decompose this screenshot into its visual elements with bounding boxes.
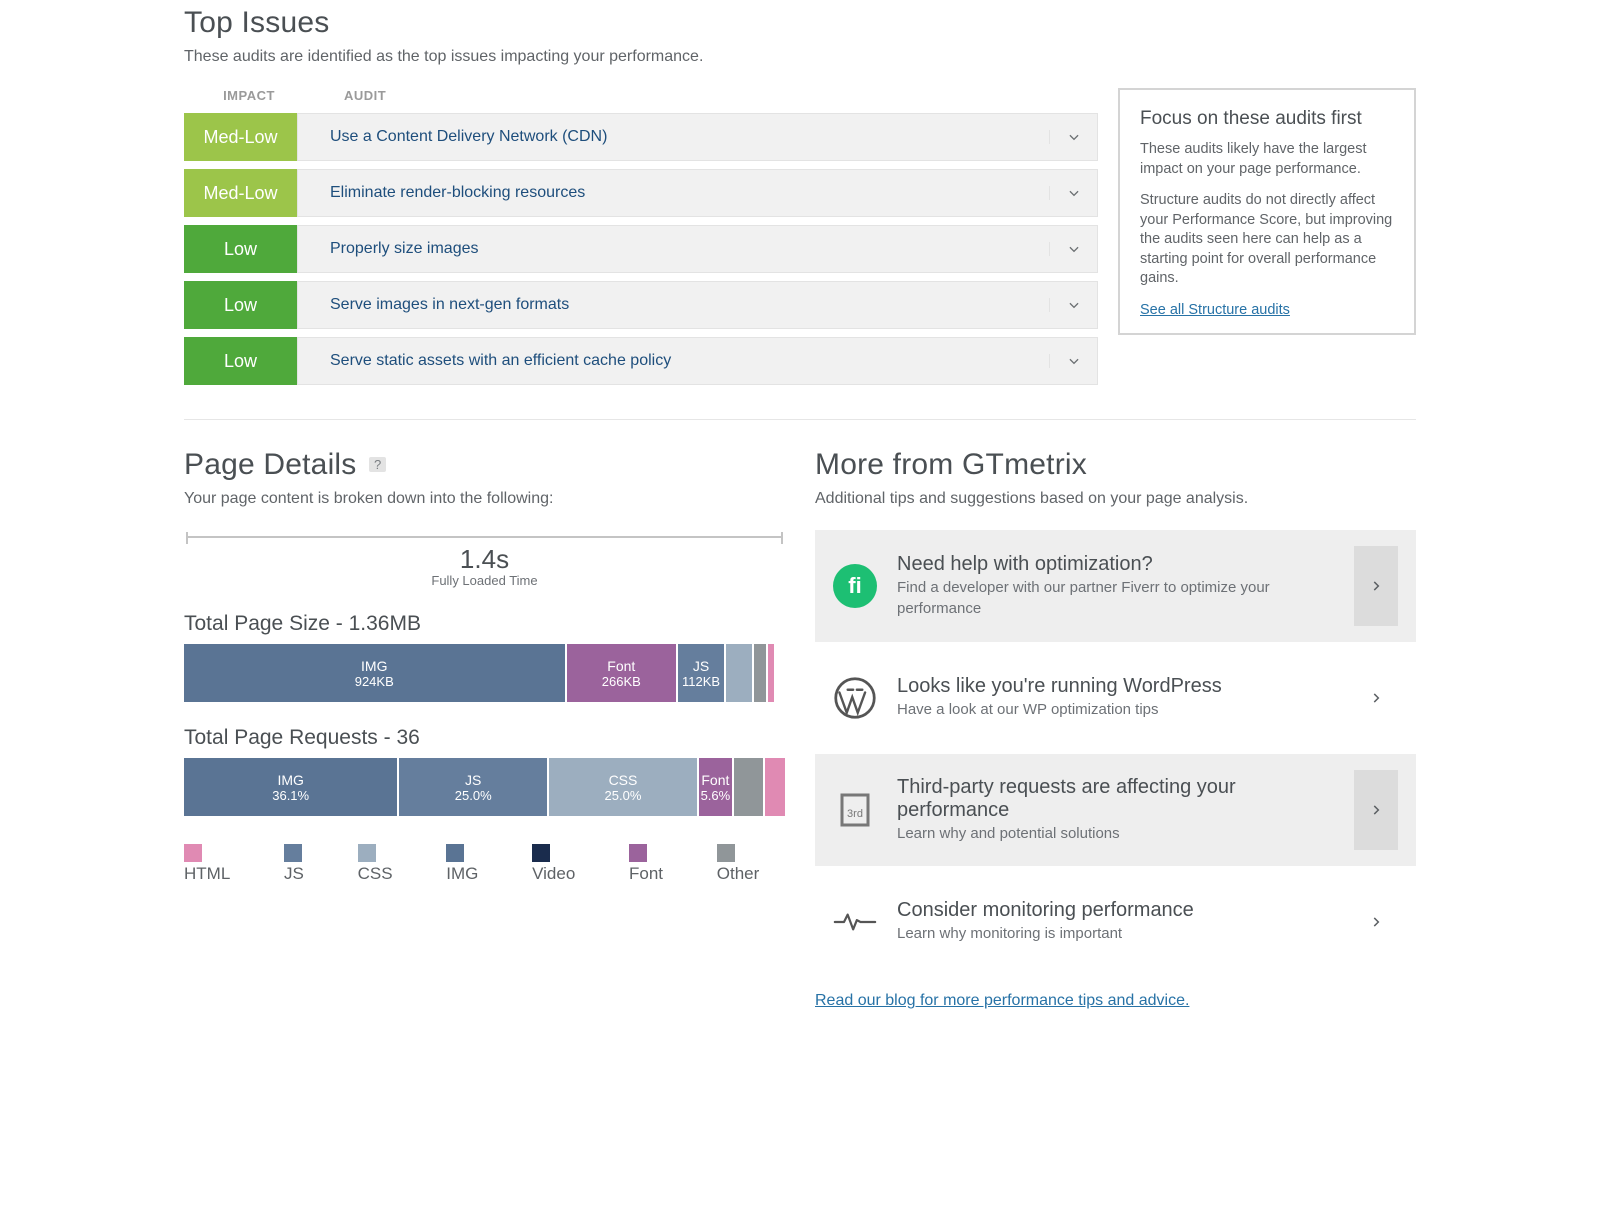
chart-segment <box>726 644 752 702</box>
help-icon[interactable]: ? <box>369 457 386 472</box>
chevron-down-icon[interactable] <box>1049 354 1097 368</box>
col-header-impact: IMPACT <box>184 88 314 103</box>
third-party-icon: 3rd <box>833 788 877 832</box>
legend-swatch <box>358 844 376 862</box>
page-size-chart: IMG924KBFont266KBJS112KB <box>184 644 785 702</box>
more-subtitle: Additional tips and suggestions based on… <box>815 490 1416 508</box>
tip-title: Consider monitoring performance <box>897 899 1334 922</box>
chart-segment: IMG924KB <box>184 644 565 702</box>
chart-segment <box>734 758 764 816</box>
fiverr-icon: fi <box>833 564 877 608</box>
chevron-down-icon[interactable] <box>1049 186 1097 200</box>
chart-segment <box>754 644 766 702</box>
chevron-down-icon[interactable] <box>1049 130 1097 144</box>
legend-item: Other <box>717 844 785 884</box>
legend-item: JS <box>284 844 330 884</box>
total-page-requests-title: Total Page Requests - 36 <box>184 726 785 750</box>
total-page-size-title: Total Page Size - 1.36MB <box>184 612 785 636</box>
audit-label: Use a Content Delivery Network (CDN) <box>298 128 607 146</box>
svg-text:3rd: 3rd <box>847 808 863 820</box>
divider <box>184 419 1416 420</box>
page-details-subtitle: Your page content is broken down into th… <box>184 490 785 508</box>
chevron-right-icon[interactable] <box>1354 882 1398 962</box>
chart-segment: JS25.0% <box>399 758 547 816</box>
audit-row[interactable]: Med-Low Use a Content Delivery Network (… <box>184 113 1098 161</box>
legend-swatch <box>532 844 550 862</box>
audit-label: Serve static assets with an efficient ca… <box>298 352 671 370</box>
tip-title: Third-party requests are affecting your … <box>897 776 1334 822</box>
focus-card: Focus on these audits first These audits… <box>1118 88 1416 335</box>
chart-segment <box>765 758 785 816</box>
legend-item: Font <box>629 844 689 884</box>
tip-card[interactable]: 3rd Third-party requests are affecting y… <box>815 754 1416 866</box>
impact-pill: Low <box>184 225 297 273</box>
legend-swatch <box>629 844 647 862</box>
tip-card[interactable]: Looks like you're running WordPress Have… <box>815 642 1416 754</box>
col-header-audit: AUDIT <box>314 88 1098 103</box>
fully-loaded-time-label: Fully Loaded Time <box>184 573 785 588</box>
top-issues-subtitle: These audits are identified as the top i… <box>184 48 1416 66</box>
audit-label: Eliminate render-blocking resources <box>298 184 585 202</box>
legend-item: CSS <box>358 844 419 884</box>
chart-segment: JS112KB <box>678 644 724 702</box>
impact-pill: Low <box>184 281 297 329</box>
top-issues-title: Top Issues <box>184 6 1416 40</box>
tip-card[interactable]: fi Need help with optimization? Find a d… <box>815 530 1416 642</box>
tip-desc: Learn why and potential solutions <box>897 824 1334 844</box>
impact-pill: Med-Low <box>184 113 297 161</box>
tip-desc: Have a look at our WP optimization tips <box>897 700 1334 720</box>
more-title: More from GTmetrix <box>815 448 1416 482</box>
page-details-title: Page Details ? <box>184 448 785 482</box>
tip-title: Need help with optimization? <box>897 553 1334 576</box>
page-requests-chart: IMG36.1%JS25.0%CSS25.0%Font5.6% <box>184 758 785 816</box>
top-issues-table: IMPACT AUDIT Med-Low Use a Content Deliv… <box>184 88 1098 393</box>
audit-row[interactable]: Low Serve static assets with an efficien… <box>184 337 1098 385</box>
audit-row[interactable]: Low Properly size images <box>184 225 1098 273</box>
chevron-down-icon[interactable] <box>1049 298 1097 312</box>
legend-swatch <box>184 844 202 862</box>
tip-title: Looks like you're running WordPress <box>897 675 1334 698</box>
fully-loaded-time-value: 1.4s <box>184 544 785 575</box>
chevron-down-icon[interactable] <box>1049 242 1097 256</box>
focus-title: Focus on these audits first <box>1140 108 1396 130</box>
chart-segment: Font266KB <box>567 644 677 702</box>
legend-swatch <box>284 844 302 862</box>
audit-label: Properly size images <box>298 240 479 258</box>
legend-item: IMG <box>446 844 504 884</box>
monitor-icon <box>833 900 877 944</box>
chart-segment: Font5.6% <box>699 758 732 816</box>
chevron-right-icon[interactable] <box>1354 770 1398 850</box>
focus-p1: These audits likely have the largest imp… <box>1140 140 1396 179</box>
chart-segment <box>776 644 785 702</box>
timeline-bar <box>186 536 783 538</box>
audit-row[interactable]: Low Serve images in next-gen formats <box>184 281 1098 329</box>
chevron-right-icon[interactable] <box>1354 546 1398 626</box>
chart-segment: CSS25.0% <box>549 758 697 816</box>
tip-card[interactable]: Consider monitoring performance Learn wh… <box>815 866 1416 978</box>
tip-desc: Find a developer with our partner Fiverr… <box>897 578 1334 619</box>
audit-row[interactable]: Med-Low Eliminate render-blocking resour… <box>184 169 1098 217</box>
wordpress-icon <box>833 676 877 720</box>
audit-label: Serve images in next-gen formats <box>298 296 569 314</box>
see-all-structure-audits-link[interactable]: See all Structure audits <box>1140 302 1290 318</box>
chart-segment: IMG36.1% <box>184 758 397 816</box>
legend-item: HTML <box>184 844 256 884</box>
legend-swatch <box>717 844 735 862</box>
impact-pill: Low <box>184 337 297 385</box>
chevron-right-icon[interactable] <box>1354 658 1398 738</box>
read-blog-link[interactable]: Read our blog for more performance tips … <box>815 992 1416 1010</box>
impact-pill: Med-Low <box>184 169 297 217</box>
legend-swatch <box>446 844 464 862</box>
tip-desc: Learn why monitoring is important <box>897 924 1334 944</box>
legend-item: Video <box>532 844 601 884</box>
chart-legend: HTML JS CSS IMG Video Font Other <box>184 844 785 884</box>
chart-segment <box>768 644 774 702</box>
focus-p2: Structure audits do not directly affect … <box>1140 191 1396 289</box>
